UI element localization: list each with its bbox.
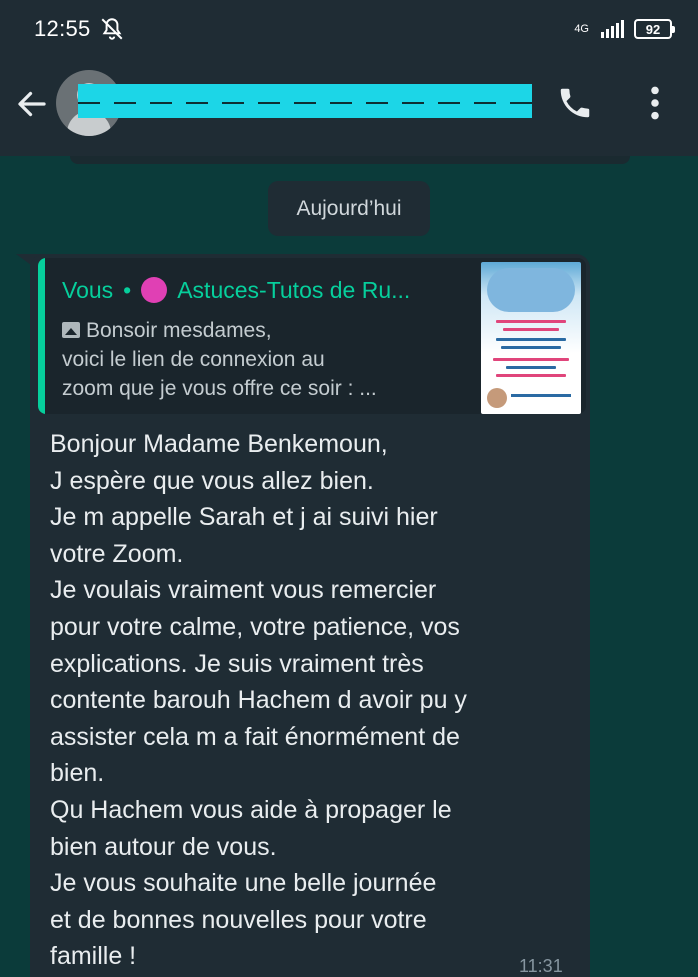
message-line: J espère que vous allez bien. bbox=[50, 466, 374, 495]
quote-thumbnail[interactable] bbox=[481, 262, 581, 414]
phone-icon[interactable] bbox=[556, 84, 594, 122]
message-text: Bonjour Madame Benkemoun, J espère que v… bbox=[50, 426, 580, 975]
message-line: pour votre calme, votre patience, vos bbox=[50, 612, 460, 641]
battery-level: 92 bbox=[645, 21, 661, 37]
message-line: Je vous souhaite une belle journée bbox=[50, 869, 437, 898]
thumb-line bbox=[503, 328, 559, 331]
battery-icon: 92 bbox=[634, 19, 675, 39]
quote-separator: • bbox=[123, 276, 132, 303]
quote-author-name: Vous bbox=[62, 276, 114, 303]
thumb-line bbox=[493, 358, 569, 361]
thumb-line bbox=[496, 338, 566, 341]
message-line: famille ! bbox=[50, 942, 137, 971]
quote-line: Bonsoir mesdames, bbox=[62, 316, 502, 345]
message-line: et de bonnes nouvelles pour votre bbox=[50, 905, 427, 934]
contact-name-redacted[interactable] bbox=[78, 84, 532, 118]
more-vert-icon[interactable] bbox=[640, 82, 670, 124]
chat-header bbox=[0, 58, 698, 156]
message-time: 11:31 bbox=[519, 956, 563, 976]
message-line: votre Zoom. bbox=[50, 539, 184, 568]
network-type: 4G bbox=[574, 22, 589, 35]
quote-accent-bar bbox=[38, 258, 45, 414]
quote-author: Vous • Astuces-Tutos de Ru... bbox=[62, 274, 482, 306]
message-line: Qu Hachem vous aide à propager le bbox=[50, 795, 452, 824]
thumb-line bbox=[496, 374, 566, 377]
back-arrow-icon[interactable] bbox=[14, 86, 50, 122]
message-line: assister cela m a fait énormément de bbox=[50, 722, 460, 751]
thumb-cloud bbox=[487, 268, 575, 312]
message-line: Je m appelle Sarah et j ai suivi hier bbox=[50, 503, 438, 532]
message-line: bien. bbox=[50, 759, 105, 788]
mute-icon bbox=[101, 18, 123, 40]
thumb-line bbox=[506, 366, 556, 369]
quote-line: voici le lien de connexion au bbox=[62, 348, 325, 371]
thumb-line bbox=[496, 320, 566, 323]
status-time: 12:55 bbox=[34, 16, 91, 41]
message-line: contente barouh Hachem d avoir pu y bbox=[50, 686, 467, 715]
status-right: 4G 92 bbox=[574, 19, 675, 39]
photo-icon bbox=[62, 322, 80, 338]
header-shadow bbox=[70, 156, 630, 164]
message-line: explications. Je suis vraiment très bbox=[50, 649, 424, 678]
quote-line: zoom que je vous offre ce soir : ... bbox=[62, 377, 377, 400]
signal-icon bbox=[601, 20, 624, 38]
message-line: Bonjour Madame Benkemoun, bbox=[50, 430, 388, 458]
status-bar: 12:55 4G 92 bbox=[0, 0, 698, 58]
date-separator: Aujourd’hui bbox=[268, 181, 430, 236]
message-line: bien autour de vous. bbox=[50, 832, 277, 861]
message-line: Je voulais vraiment vous remercier bbox=[50, 576, 437, 605]
quote-group-name: Astuces-Tutos de Ru... bbox=[177, 276, 411, 303]
group-avatar-icon bbox=[141, 277, 168, 303]
thumb-line bbox=[501, 346, 561, 349]
thumb-name-line bbox=[511, 394, 571, 397]
redaction-strike bbox=[78, 102, 532, 104]
thumb-portrait bbox=[487, 388, 507, 408]
quote-text: Bonsoir mesdames, voici le lien de conne… bbox=[62, 316, 502, 403]
